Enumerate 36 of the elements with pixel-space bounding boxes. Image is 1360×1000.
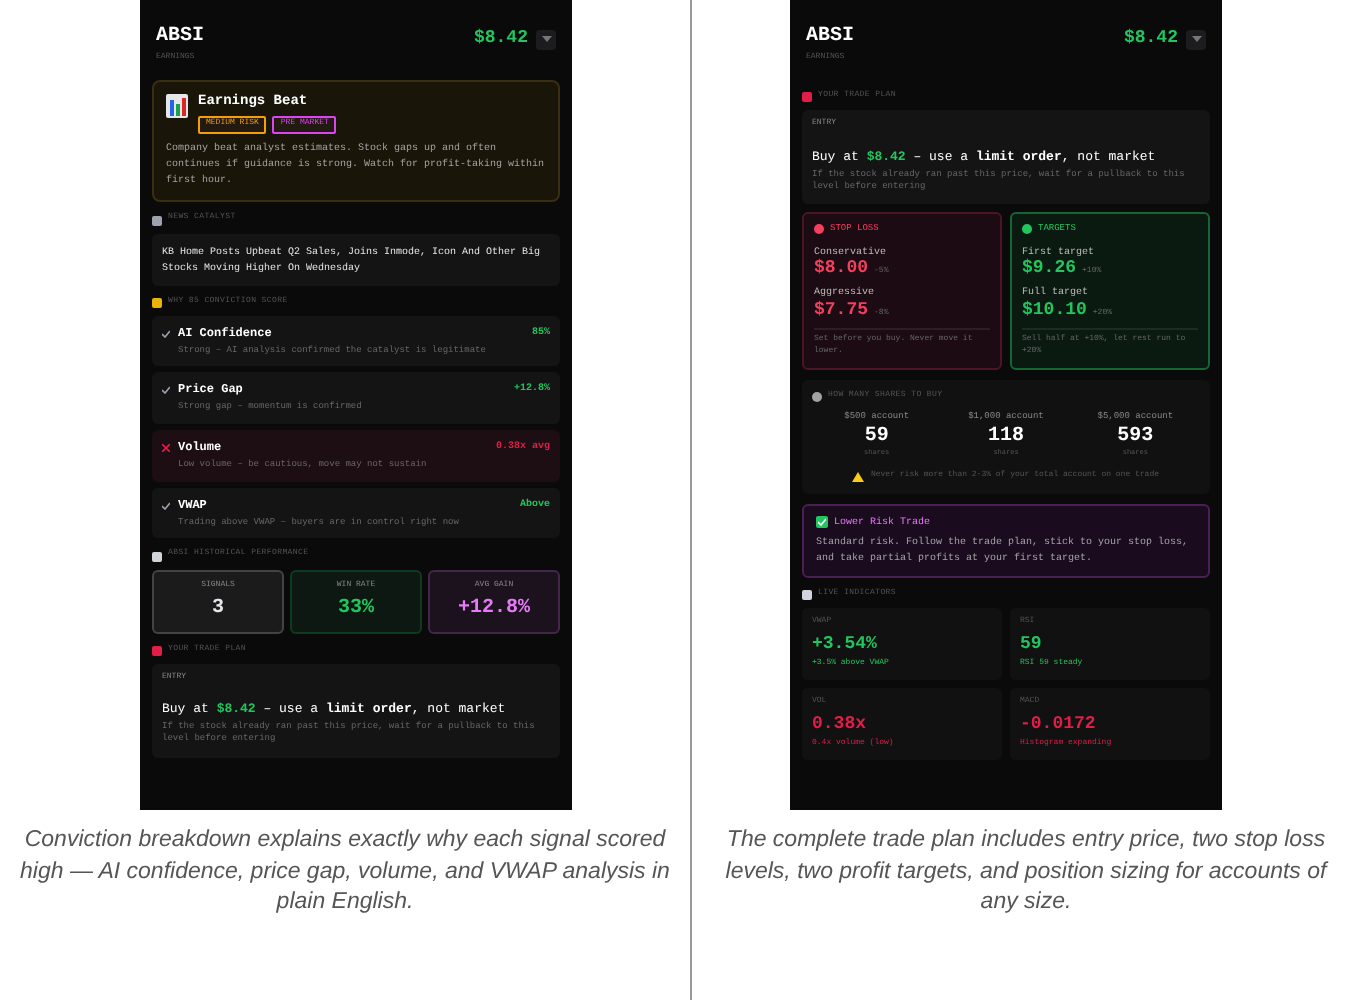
bar-chart-icon — [166, 94, 188, 119]
check-icon — [162, 501, 170, 510]
share-count: 59 — [864, 424, 889, 449]
section-icon — [802, 92, 812, 103]
share-count: 118 — [987, 424, 1024, 449]
indicator-value: +3.54% — [812, 633, 879, 658]
stat-value: +12.8% — [457, 595, 530, 622]
level-price: $10.10 — [1022, 299, 1087, 323]
chevron-icon — [1191, 36, 1201, 43]
x-icon — [162, 444, 170, 453]
stat-value: 33% — [337, 595, 374, 622]
level-price: $9.26 — [1022, 258, 1077, 283]
indicator-value: -0.0172 — [1020, 713, 1098, 738]
caption: Conviction breakdown explains exactly why each signal scored high — AI confidence, price gap, volume, and VWAP analysis in plain English. — [18, 826, 672, 919]
chevron-icon — [541, 36, 551, 43]
section-icon — [152, 297, 162, 308]
ticker-title: ABSI — [156, 28, 205, 48]
section-icon — [152, 645, 162, 656]
ticker-title: ABSI — [806, 28, 855, 48]
menu-button[interactable] — [1186, 29, 1206, 50]
stock-price: $8.42 — [473, 28, 528, 52]
warning-icon — [852, 471, 865, 482]
indicator-value: 59 — [1020, 633, 1044, 658]
section-icon — [802, 589, 812, 600]
level-price: $7.75 — [814, 299, 869, 323]
stat-value: 3 — [211, 595, 224, 622]
check-icon — [162, 329, 170, 338]
section-icon — [152, 215, 162, 226]
level-price: $8.00 — [814, 258, 869, 283]
share-count: 593 — [1117, 424, 1154, 449]
caption: The complete trade plan includes entry price, two stop loss levels, two profit targets, and position sizing for accounts of any size. — [723, 826, 1331, 919]
check-icon — [162, 386, 170, 395]
menu-button[interactable] — [536, 29, 556, 50]
indicator-value: 0.38x — [812, 713, 869, 738]
stock-price: $8.42 — [1123, 28, 1178, 52]
section-icon — [152, 551, 162, 561]
